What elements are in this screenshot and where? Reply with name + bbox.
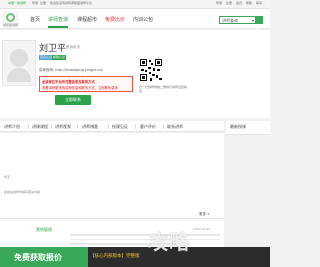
top-right-register[interactable]: 注册	[226, 1, 232, 5]
teacher-name: 刘卫平	[39, 44, 67, 54]
teacher-avatar	[2, 40, 36, 86]
tab-intro[interactable]: 讲师介绍	[4, 124, 20, 130]
watermark-text: 攻略	[148, 230, 190, 254]
empty-placeholder: 暂无	[4, 175, 11, 179]
notice-line-2: 查看讲师更多的讲师信息和联系方式，立即联系讲师	[42, 86, 118, 90]
verified-badge: 实名认证	[39, 55, 54, 60]
divider	[0, 218, 224, 219]
notice-line-1: 此讲师在平台有完整信息及联系方式	[42, 80, 95, 84]
top-right-member[interactable]: 会员	[236, 1, 242, 5]
logo-text: 领导者讲师	[3, 23, 19, 27]
chevron-down-icon[interactable]: ▾	[252, 18, 254, 23]
teacher-role: 营销培训	[66, 45, 80, 49]
article-excerpt	[70, 234, 220, 248]
nav-course-market[interactable]: 课程超市	[77, 16, 97, 23]
top-right-login[interactable]: 登录	[216, 1, 222, 5]
top-link-register[interactable]: 注册	[40, 1, 46, 5]
search-category[interactable]: 讲师查询	[222, 18, 238, 24]
free-quote-button[interactable]: 免费获取报价	[0, 247, 88, 267]
nav-active-underline	[48, 26, 68, 28]
nav-internal-training[interactable]: 内训公包	[133, 16, 153, 23]
sidebar-title: 最新授课	[230, 124, 246, 129]
tab-blog[interactable]: 讲师博客	[82, 124, 98, 130]
avatar-body-icon	[7, 68, 31, 82]
nav-teacher-search[interactable]: 讲师查询	[48, 16, 68, 23]
banner-text[interactable]: 【核心内部版本】完整版	[90, 253, 140, 259]
empty-note: 此模块讲师未填写相关内容	[4, 190, 41, 194]
tab-divider	[108, 124, 109, 129]
contact-notice: 此讲师在平台有完整信息及联系方式 查看讲师更多的讲师信息和联系方式，立即联系讲师	[39, 76, 133, 92]
logo-mark-icon	[6, 13, 15, 22]
free-quote-label: 免费获取报价	[14, 253, 62, 262]
sidebar-latest: 最新授课	[226, 121, 270, 135]
footer-banner[interactable]: 免费获取报价 【核心内部版本】完整版	[0, 247, 270, 267]
article-title-link[interactable]: 营销管理	[36, 227, 52, 233]
qr-caption: 扫一扫讲师微信二维码与讲师直接联系	[139, 85, 188, 93]
tab-courses[interactable]: 讲课课程	[32, 124, 48, 130]
top-right-help[interactable]: 帮助	[246, 1, 252, 5]
contact-now-button[interactable]: 立即联系	[55, 95, 91, 105]
teacher-url[interactable]: 讲师官网: http://liuweiping.yingjie.cn/	[39, 68, 103, 73]
tab-divider	[163, 124, 164, 129]
tab-divider	[28, 124, 29, 129]
email-badge: 邮箱认证	[52, 55, 67, 60]
more-link[interactable]: 更多 >	[199, 212, 210, 217]
nav-home[interactable]: 首页	[30, 16, 40, 23]
tab-divider	[77, 124, 78, 129]
avatar-head-icon	[10, 49, 28, 67]
tab-divider	[51, 124, 52, 129]
tab-videos[interactable]: 讲师视频	[55, 124, 71, 130]
search-button[interactable]	[255, 17, 262, 32]
nav-free-compare[interactable]: 免费比价	[105, 16, 125, 23]
tab-contact[interactable]: 联系讲师	[167, 124, 183, 130]
tab-reviews[interactable]: 客户评价	[140, 124, 156, 130]
profile-tabs: 讲师介绍 讲课课程 讲师视频 讲师博客 授课见证 客户评价 联系讲师	[0, 121, 224, 132]
top-bar: 中国一线讲师 登录 注册 欢迎您来到领导者联盟讲师平台 登录 注册 会员 帮助 …	[0, 0, 270, 9]
top-right-contact[interactable]: 联系	[256, 1, 262, 5]
top-link-teachers[interactable]: 中国一线讲师	[8, 1, 26, 5]
qr-code-icon	[139, 58, 163, 82]
top-link-login[interactable]: 登录	[32, 1, 38, 5]
search-box[interactable]: 讲师查询 ▾	[219, 16, 263, 32]
tab-divider	[135, 124, 136, 129]
article-date: 2014-03-21	[193, 227, 211, 231]
top-greeting: 欢迎您来到领导者联盟讲师平台	[50, 1, 93, 5]
site-logo[interactable]: 领导者讲师	[2, 11, 19, 28]
contact-now-label: 立即联系	[65, 97, 81, 102]
tab-testimonials[interactable]: 授课见证	[112, 124, 128, 130]
